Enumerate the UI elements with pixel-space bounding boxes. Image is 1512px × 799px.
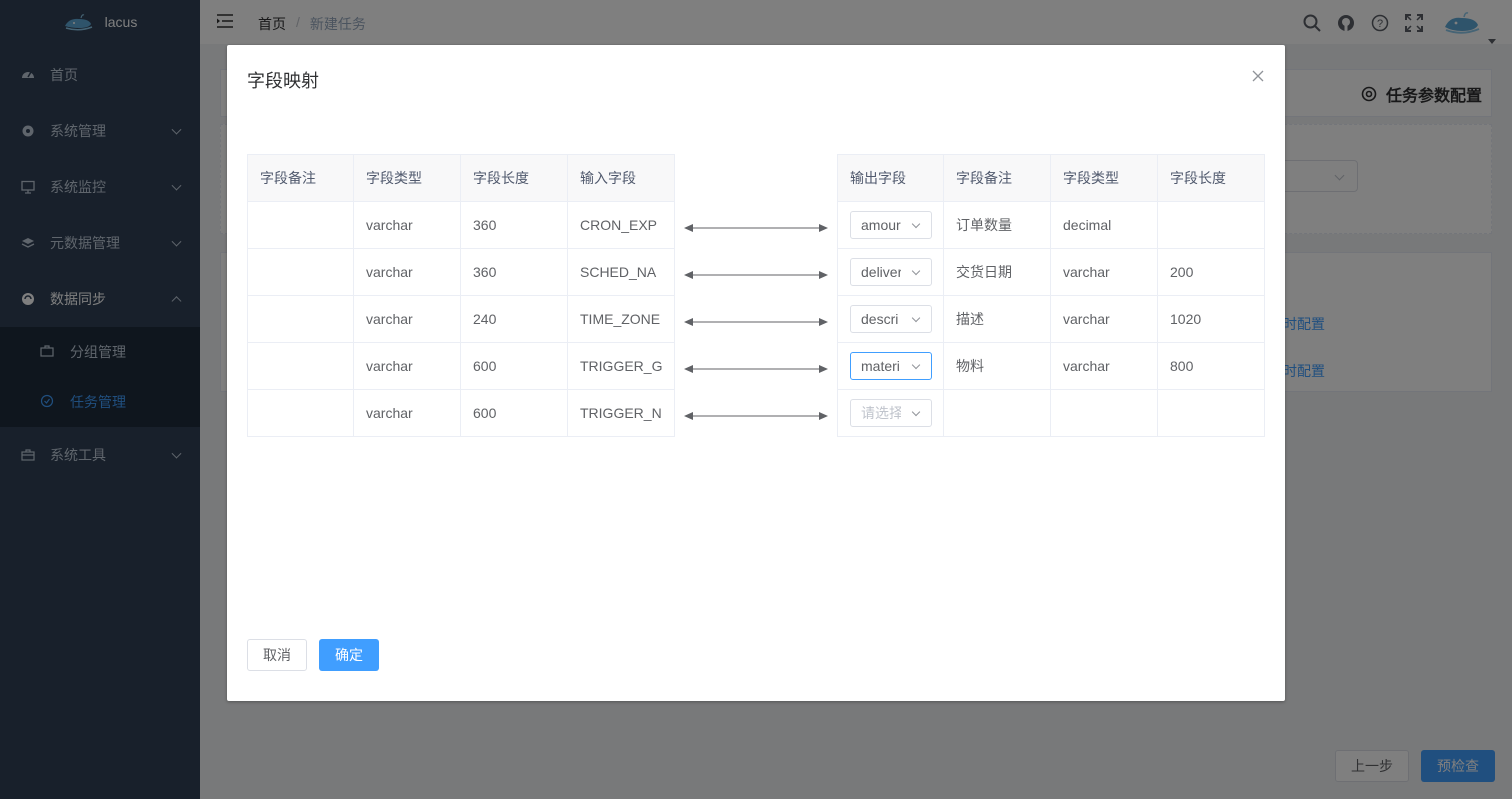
field-remark	[247, 389, 354, 437]
select-value: deliver	[861, 264, 901, 280]
field-length: 240	[460, 295, 568, 343]
field-remark: 交货日期	[943, 248, 1051, 296]
field-length: 800	[1157, 342, 1265, 390]
select-value: descri	[861, 311, 899, 327]
output-field-select[interactable]: deliver	[850, 258, 932, 286]
table-header-row: 输出字段 字段备注 字段类型 字段长度	[837, 154, 1265, 202]
dialog-title: 字段映射	[247, 71, 319, 91]
field-type: varchar	[353, 248, 461, 296]
column-header: 输出字段	[837, 154, 944, 202]
chevron-down-icon	[911, 360, 921, 370]
output-field-select[interactable]: amour	[850, 211, 932, 239]
input-field-name: SCHED_NA	[567, 248, 675, 296]
field-remark: 描述	[943, 295, 1051, 343]
field-type: varchar	[353, 295, 461, 343]
mapping-arrow-icon	[684, 365, 828, 373]
field-type: varchar	[1050, 295, 1158, 343]
input-field-name: TIME_ZONE	[567, 295, 675, 343]
table-row: 请选择	[837, 389, 1265, 437]
mapping-arrow-icon	[684, 271, 828, 279]
table-row: materi 物料 varchar 800	[837, 342, 1265, 390]
input-field-name: CRON_EXP	[567, 201, 675, 249]
output-field-select[interactable]: materi	[850, 352, 932, 380]
column-header: 字段长度	[1157, 154, 1265, 202]
field-remark	[247, 248, 354, 296]
mapping-arrow-icon	[684, 318, 828, 326]
field-remark: 订单数量	[943, 201, 1051, 249]
select-placeholder: 请选择	[861, 405, 901, 421]
field-remark	[943, 389, 1051, 437]
field-type: varchar	[353, 201, 461, 249]
table-row: descri 描述 varchar 1020	[837, 295, 1265, 343]
column-header: 字段类型	[353, 154, 461, 202]
output-field-select[interactable]: 请选择	[850, 399, 932, 427]
column-header: 字段类型	[1050, 154, 1158, 202]
chevron-down-icon	[911, 266, 921, 276]
table-row: varchar 240 TIME_ZONE	[247, 295, 675, 343]
field-length: 360	[460, 248, 568, 296]
input-field-name: TRIGGER_N	[567, 389, 675, 437]
field-mapping-dialog: 字段映射 字段备注 字段类型 字段长度 输入字段 varchar 360 CRO…	[227, 45, 1285, 701]
field-type	[1050, 389, 1158, 437]
output-field-cell: deliver	[837, 248, 944, 296]
output-field-cell: materi	[837, 342, 944, 390]
field-length	[1157, 389, 1265, 437]
field-type: varchar	[353, 389, 461, 437]
column-header: 输入字段	[567, 154, 675, 202]
field-length	[1157, 201, 1265, 249]
output-fields-table: 输出字段 字段备注 字段类型 字段长度 amour 订单数量 decimal d…	[837, 154, 1265, 437]
chevron-down-icon	[911, 219, 921, 229]
confirm-button[interactable]: 确定	[319, 639, 379, 671]
input-fields-table: 字段备注 字段类型 字段长度 输入字段 varchar 360 CRON_EXP…	[247, 154, 675, 437]
table-row: varchar 360 CRON_EXP	[247, 201, 675, 249]
field-remark: 物料	[943, 342, 1051, 390]
cancel-button[interactable]: 取消	[247, 639, 307, 671]
field-type: varchar	[1050, 342, 1158, 390]
field-remark	[247, 201, 354, 249]
chevron-down-icon	[911, 313, 921, 323]
select-value: amour	[861, 217, 901, 233]
column-header: 字段备注	[247, 154, 354, 202]
mapping-arrow-icon	[684, 224, 828, 232]
field-length: 600	[460, 342, 568, 390]
input-field-name: TRIGGER_G	[567, 342, 675, 390]
field-length: 600	[460, 389, 568, 437]
output-field-cell: amour	[837, 201, 944, 249]
table-row: varchar 360 SCHED_NA	[247, 248, 675, 296]
table-row: amour 订单数量 decimal	[837, 201, 1265, 249]
table-header-row: 字段备注 字段类型 字段长度 输入字段	[247, 154, 675, 202]
close-icon[interactable]	[1251, 69, 1265, 83]
mapping-arrow-icon	[684, 412, 828, 420]
select-value: materi	[861, 358, 900, 374]
field-remark	[247, 295, 354, 343]
field-type: varchar	[1050, 248, 1158, 296]
output-field-cell: 请选择	[837, 389, 944, 437]
output-field-select[interactable]: descri	[850, 305, 932, 333]
field-length: 360	[460, 201, 568, 249]
table-row: deliver 交货日期 varchar 200	[837, 248, 1265, 296]
chevron-down-icon	[911, 407, 921, 417]
field-type: decimal	[1050, 201, 1158, 249]
output-field-cell: descri	[837, 295, 944, 343]
field-length: 200	[1157, 248, 1265, 296]
field-remark	[247, 342, 354, 390]
column-header: 字段备注	[943, 154, 1051, 202]
table-row: varchar 600 TRIGGER_N	[247, 389, 675, 437]
field-type: varchar	[353, 342, 461, 390]
field-length: 1020	[1157, 295, 1265, 343]
table-row: varchar 600 TRIGGER_G	[247, 342, 675, 390]
column-header: 字段长度	[460, 154, 568, 202]
